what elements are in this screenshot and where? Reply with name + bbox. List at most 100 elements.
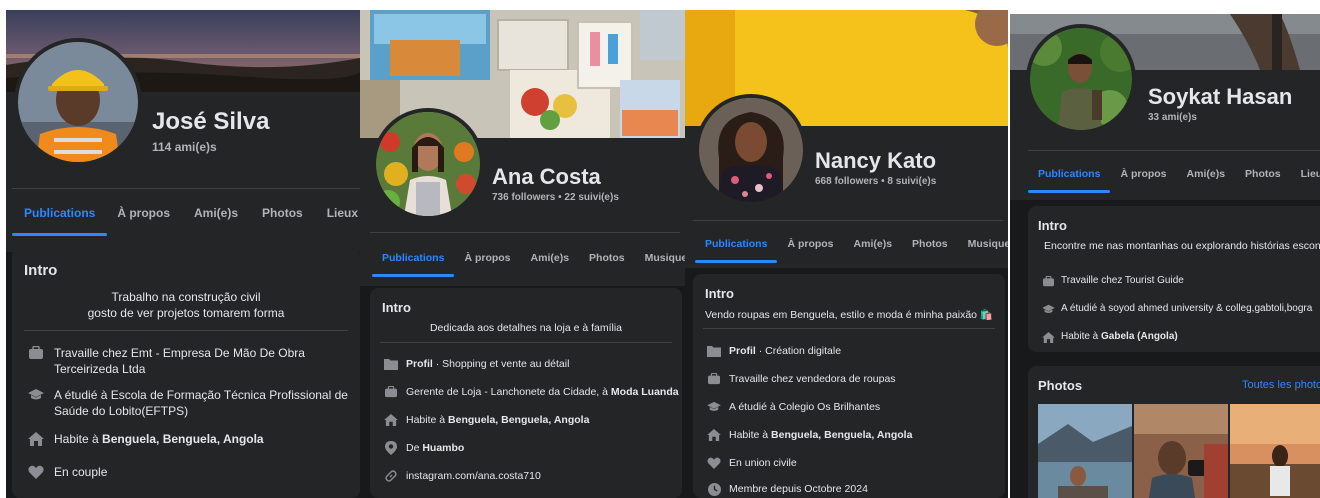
divider: [1028, 150, 1320, 151]
divider: [380, 342, 672, 343]
intro-item-link[interactable]: instagram.com/ana.costa710: [380, 469, 680, 483]
intro-item-text: Travaille chez Tourist Guide: [1061, 275, 1184, 286]
intro-item-bold[interactable]: Huambo: [422, 442, 464, 454]
intro-item-home: Habite à Gabela (Angola): [1038, 330, 1320, 344]
graduation-cap-icon: [24, 387, 48, 403]
profile-panel-jose: José Silva 114 ami(e)s Publications À pr…: [6, 10, 360, 498]
tab-photos[interactable]: Photos: [912, 238, 948, 250]
briefcase-icon: [380, 385, 402, 399]
tab-music[interactable]: Musique: [968, 238, 1008, 250]
intro-item-bold[interactable]: Benguela, Benguela, Angola: [102, 432, 264, 446]
intro-title: Intro: [705, 286, 734, 301]
tab-about[interactable]: À propos: [117, 206, 170, 220]
intro-item-bold[interactable]: Moda Luanda: [611, 386, 679, 398]
tab-photos[interactable]: Photos: [589, 252, 625, 264]
intro-item-text: Membre depuis Octobre 2024: [729, 483, 868, 495]
home-icon: [703, 428, 725, 442]
profile-tabs: Publications À propos Ami(e)s Photos Lie…: [11, 206, 358, 236]
tab-publications[interactable]: Publications: [1027, 168, 1111, 193]
intro-title: Intro: [24, 262, 58, 279]
intro-item-text: · Création digitale: [755, 345, 842, 357]
avatar[interactable]: [1026, 24, 1136, 134]
photo-thumbnail[interactable]: [1230, 404, 1320, 498]
intro-card: Intro Trabalho na construção civil gosto…: [12, 248, 360, 498]
avatar[interactable]: [14, 38, 142, 166]
bio-line: Dedicada aos detalhes na loja e à famíli…: [429, 322, 623, 334]
intro-item-bold[interactable]: Benguela, Benguela, Angola: [771, 429, 912, 441]
intro-item-category: Profil · Shopping et vente au détail: [380, 357, 680, 371]
clock-icon: [703, 482, 725, 496]
intro-item-text: En couple: [54, 465, 108, 479]
friends-count[interactable]: 33 ami(e)s: [1148, 112, 1197, 123]
profile-name: Nancy Kato: [815, 148, 937, 173]
profile-tabs: Publications À propos Ami(e)s Photos Mus…: [371, 252, 685, 277]
profile-name: José Silva: [152, 108, 270, 135]
intro-item-education: A étudié à soyod ahmed university & coll…: [1038, 302, 1320, 316]
all-photos-link[interactable]: Toutes les photos: [1242, 379, 1320, 391]
intro-item-bold[interactable]: Benguela, Benguela, Angola: [448, 414, 589, 426]
friends-count[interactable]: 114 ami(e)s: [152, 140, 217, 154]
intro-card: Intro Dedicada aos detalhes na loja e à …: [370, 288, 682, 498]
graduation-cap-icon: [1038, 302, 1058, 316]
intro-item-text: · Shopping et vente au détail: [432, 358, 570, 370]
divider: [24, 330, 348, 331]
intro-item-bold: Profil: [729, 345, 756, 357]
intro-item-text: Habite à: [1061, 331, 1102, 342]
intro-item-work: Gerente de Loja - Lanchonete da Cidade, …: [380, 385, 680, 399]
intro-item-text: A étudié à Escola de Formação Técnica Pr…: [54, 388, 348, 418]
intro-item-education: A étudié à Colegio Os Brilhantes: [703, 400, 1003, 414]
folder-icon: [380, 357, 402, 371]
intro-item-bold: Profil: [406, 358, 433, 370]
tab-places[interactable]: Lieux: [1301, 168, 1320, 180]
tab-photos[interactable]: Photos: [1245, 168, 1281, 180]
intro-item-text: En union civile: [729, 457, 797, 469]
intro-card: Intro Encontre me nas montanhas ou explo…: [1028, 206, 1320, 352]
intro-item-text[interactable]: instagram.com/ana.costa710: [402, 469, 541, 483]
intro-item-work: Travaille chez Tourist Guide: [1038, 274, 1320, 288]
home-icon: [380, 413, 402, 427]
tab-places[interactable]: Lieux: [327, 206, 358, 220]
followers-count[interactable]: 668 followers • 8 suivi(e)s: [815, 176, 936, 187]
photo-thumbnail[interactable]: [1038, 404, 1132, 498]
tab-friends[interactable]: Ami(e)s: [531, 252, 570, 264]
heart-icon: [703, 456, 725, 470]
intro-item-text: De: [406, 442, 423, 454]
tab-music[interactable]: Musique: [645, 252, 685, 264]
intro-item-relationship: En couple: [24, 464, 354, 480]
profile-panel-ana: Ana Costa 736 followers • 22 suivi(e)s P…: [360, 10, 685, 498]
divider: [693, 220, 1003, 221]
divider: [370, 232, 680, 233]
intro-item-text: A étudié à soyod ahmed university & coll…: [1061, 303, 1313, 314]
divider: [703, 328, 995, 329]
intro-item-bold[interactable]: Gabela (Angola): [1101, 331, 1178, 342]
tab-publications[interactable]: Publications: [371, 252, 455, 277]
followers-count[interactable]: 736 followers • 22 suivi(e)s: [492, 192, 619, 203]
intro-item-work: Travaille chez Emt - Empresa De Mão De O…: [24, 345, 354, 377]
link-icon: [380, 469, 402, 483]
tab-photos[interactable]: Photos: [262, 206, 303, 220]
bio-line: Encontre me nas montanhas ou explorando …: [1044, 240, 1320, 252]
intro-item-work: Travaille chez vendedora de roupas: [703, 372, 1003, 386]
profile-name: Soykat Hasan: [1148, 84, 1293, 109]
briefcase-icon: [703, 372, 725, 386]
tab-publications[interactable]: Publications: [11, 206, 108, 236]
intro-item-text: Habite à: [729, 429, 772, 441]
avatar[interactable]: [372, 108, 484, 220]
tab-about[interactable]: À propos: [1120, 168, 1166, 180]
tab-about[interactable]: À propos: [787, 238, 833, 250]
tab-about[interactable]: À propos: [464, 252, 510, 264]
bio-line: gosto de ver projetos tomarem forma: [87, 306, 285, 320]
photo-thumbnail[interactable]: [1134, 404, 1228, 498]
tab-friends[interactable]: Ami(e)s: [1187, 168, 1226, 180]
tab-friends[interactable]: Ami(e)s: [194, 206, 238, 220]
intro-item-home: Habite à Benguela, Benguela, Angola: [703, 428, 1003, 442]
intro-card: Intro Vendo roupas em Benguela, estilo e…: [693, 274, 1005, 498]
graduation-cap-icon: [703, 400, 725, 414]
intro-item-text: Travaille chez vendedora de roupas: [729, 373, 896, 385]
heart-icon: [24, 464, 48, 480]
tab-publications[interactable]: Publications: [694, 238, 778, 263]
home-icon: [1038, 330, 1058, 344]
tab-friends[interactable]: Ami(e)s: [854, 238, 893, 250]
photos-card: Photos Toutes les photos: [1028, 366, 1320, 498]
avatar[interactable]: [695, 94, 807, 206]
